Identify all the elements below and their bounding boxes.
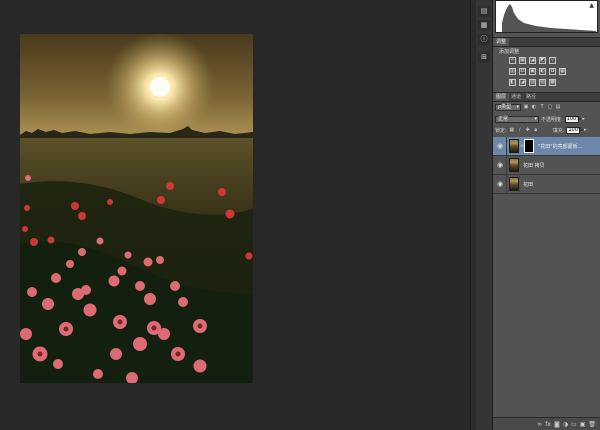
blend-mode-select[interactable]: 正常 (495, 115, 539, 123)
layer-mask-thumbnail[interactable] (524, 139, 534, 153)
tab-paths[interactable]: 路径 (523, 93, 539, 101)
layer-thumbnail (509, 177, 519, 191)
new-adjustment-layer-icon[interactable]: ◑ (563, 421, 568, 428)
layer-thumbnail (509, 158, 519, 172)
selective-color-icon[interactable]: ▩ (549, 79, 556, 86)
layer-divider (506, 156, 507, 175)
canvas-area[interactable] (0, 0, 470, 430)
pixel-filter-icon[interactable]: ▣ (523, 104, 529, 110)
history-panel-icon[interactable]: ▤ (478, 6, 490, 17)
eye-icon[interactable]: ◉ (497, 142, 503, 150)
layer-name: 花田 拷贝 (523, 163, 545, 169)
fill-label: 填充: (552, 127, 565, 134)
new-layer-icon[interactable]: ▣ (580, 421, 586, 428)
eye-icon[interactable]: ◉ (497, 180, 503, 188)
shape-filter-icon[interactable]: ▢ (547, 104, 553, 110)
layer-filter-select[interactable]: ρ类型 (495, 103, 521, 111)
adjustment-filter-icon[interactable]: ◐ (531, 104, 537, 110)
trash-icon[interactable]: 🗑︎ (588, 421, 596, 428)
histogram-graph (502, 4, 596, 32)
color-balance-icon[interactable]: ⚖ (519, 68, 526, 75)
new-group-icon[interactable]: ▭ (571, 421, 577, 428)
channel-mixer-icon[interactable]: ♻ (549, 68, 556, 75)
document-image[interactable] (20, 34, 253, 383)
layer-name: "花田"的亮部蒙板... (538, 144, 583, 150)
histogram-panel: ▲ (495, 0, 598, 33)
adjustments-row-2: ▥ ⚖ ▣ ◐ ♻ ▦ (509, 68, 566, 77)
tab-layers[interactable]: 图层 (493, 93, 510, 101)
vibrance-icon[interactable]: ▽ (549, 57, 556, 64)
layer-thumbnail (509, 139, 519, 153)
tab-adjustments[interactable]: 调整 (493, 38, 510, 46)
layer-row[interactable]: ◉ ∞ "花田"的亮部蒙板... (493, 137, 600, 156)
fill-dropdown-icon[interactable]: ▸ (582, 127, 588, 133)
adjustments-title: 添加调整 (499, 49, 520, 55)
add-mask-icon[interactable]: ◙ (554, 421, 560, 428)
layer-name: 花田 (523, 182, 534, 188)
layers-footer: ∞ fx ◙ ◑ ▭ ▣ 🗑︎ (493, 417, 600, 430)
gradient-map-icon[interactable]: ▧ (539, 79, 546, 86)
opacity-label: 不透明度: (541, 116, 563, 123)
brightness-contrast-icon[interactable]: ☼ (509, 57, 516, 64)
color-lookup-icon[interactable]: ▦ (559, 68, 566, 75)
properties-panel-icon[interactable]: ⊞ (478, 52, 490, 63)
opacity-input[interactable]: 100% (564, 115, 581, 123)
adjustments-row-3: ◧ ◪ ▨ ▧ ▩ (509, 79, 556, 88)
layer-style-icon[interactable]: fx (545, 421, 551, 428)
hue-saturation-icon[interactable]: ▥ (509, 68, 516, 75)
lock-label: 锁定: (495, 127, 507, 134)
blend-opacity-row: 正常 不透明度: 100% ▸ (495, 115, 587, 123)
lock-all-icon[interactable]: 🔒︎ (533, 127, 539, 133)
type-filter-icon[interactable]: T (539, 104, 545, 110)
fill-input[interactable]: 100% (566, 126, 583, 134)
invert-icon[interactable]: ◧ (509, 79, 516, 86)
right-panel-dock: ▲ 调整 添加调整 ☼ ▦ ◪ ◩ ▽ ▥ ⚖ ▣ ◐ ♻ ▦ ◧ ◪ ▨ ▧ … (493, 0, 600, 430)
flower-field-photo (20, 34, 253, 383)
photo-filter-icon[interactable]: ◐ (539, 68, 546, 75)
curves-icon[interactable]: ◪ (529, 57, 536, 64)
levels-icon[interactable]: ▦ (519, 57, 526, 64)
lock-position-icon[interactable]: ✥ (525, 127, 531, 133)
layer-row[interactable]: ◉ 花田 拷贝 (493, 156, 600, 175)
warning-triangle-icon[interactable]: ▲ (589, 2, 594, 9)
layer-divider (506, 137, 507, 156)
adjustments-tabbar: 调整 (493, 37, 600, 47)
posterize-icon[interactable]: ◪ (519, 79, 526, 86)
collapsed-panel-icons: ▤ ▦ ⓘ ⊞ (476, 0, 493, 430)
layer-filter-row: ρ类型 ▣ ◐ T ▢ ▤ (495, 103, 561, 111)
layer-row[interactable]: ◉ 花田 (493, 175, 600, 194)
lock-transparent-icon[interactable]: ▦ (509, 127, 515, 133)
layers-tabbar: 图层 通道 路径 (493, 92, 600, 102)
actions-panel-icon[interactable]: ▦ (478, 20, 490, 31)
smart-object-filter-icon[interactable]: ▤ (555, 104, 561, 110)
opacity-dropdown-icon[interactable]: ▸ (581, 116, 587, 122)
link-layers-icon[interactable]: ∞ (537, 421, 542, 428)
tab-channels[interactable]: 通道 (508, 93, 524, 101)
layer-divider (506, 175, 507, 194)
lock-image-icon[interactable]: ∕ (517, 127, 523, 133)
info-panel-icon[interactable]: ⓘ (478, 34, 490, 45)
exposure-icon[interactable]: ◩ (539, 57, 546, 64)
black-white-icon[interactable]: ▣ (529, 68, 536, 75)
threshold-icon[interactable]: ▨ (529, 79, 536, 86)
eye-icon[interactable]: ◉ (497, 161, 503, 169)
lock-fill-row: 锁定: ▦ ∕ ✥ 🔒︎ 填充: 100% ▸ (495, 126, 588, 134)
adjustments-row-1: ☼ ▦ ◪ ◩ ▽ (509, 57, 556, 66)
